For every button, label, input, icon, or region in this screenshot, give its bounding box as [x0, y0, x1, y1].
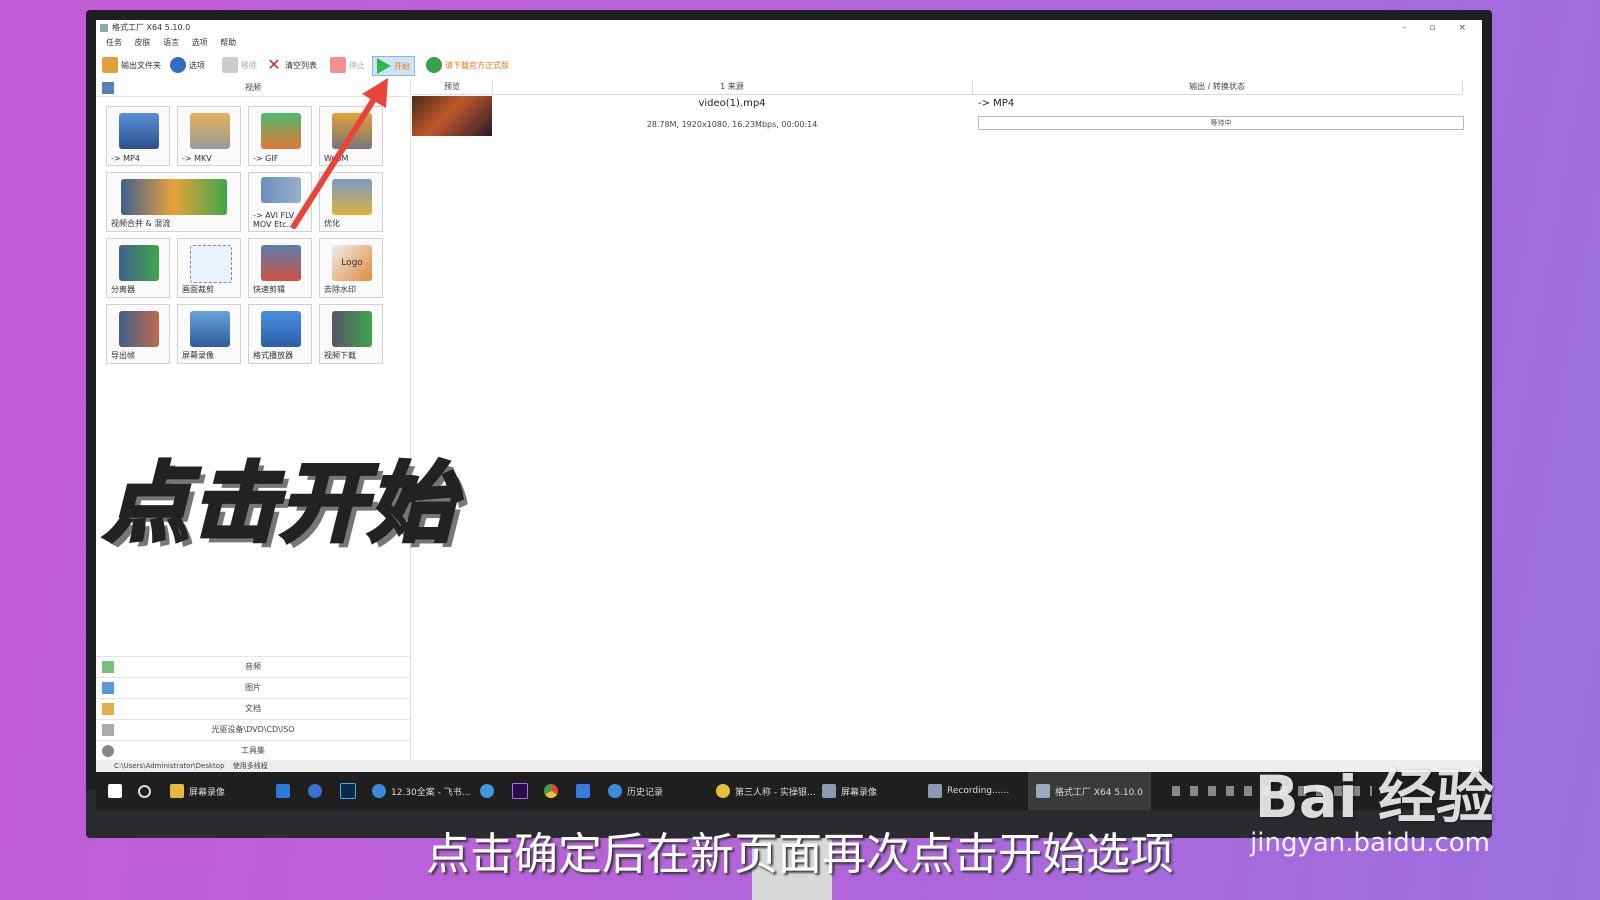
arrow-head [362, 78, 388, 108]
baidu-watermark: Bai 经验 [1254, 763, 1494, 831]
caption-overlay: 点击开始 [102, 452, 456, 556]
baidu-watermark-url: jingyan.baidu.com [1250, 828, 1490, 858]
arrow-shaft [291, 93, 379, 229]
